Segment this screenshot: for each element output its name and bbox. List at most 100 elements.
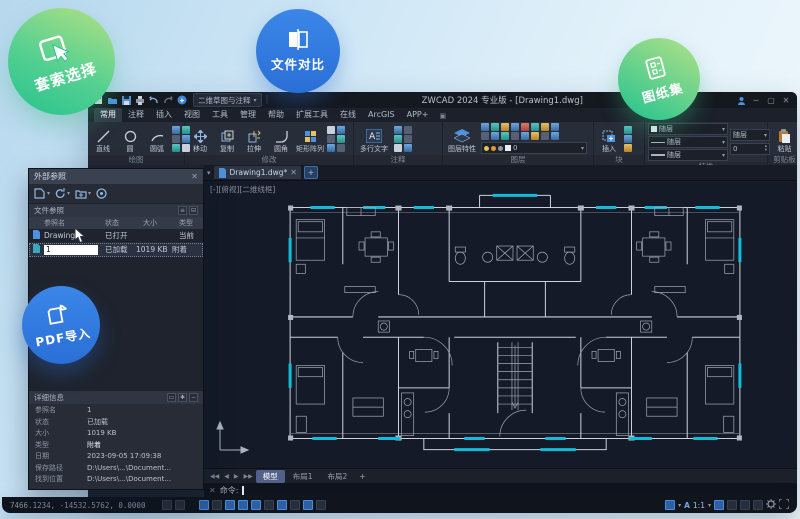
copy-button[interactable]: 复制 bbox=[215, 124, 239, 154]
annotation-visibility-icon[interactable] bbox=[714, 500, 724, 510]
circle-button[interactable]: 圆 bbox=[118, 124, 142, 154]
otrack-toggle[interactable] bbox=[264, 500, 275, 510]
tool-icon[interactable] bbox=[481, 123, 489, 131]
fillet-button[interactable]: 圆角 bbox=[269, 124, 293, 154]
spinner-arrows[interactable]: ▴ ▾ bbox=[765, 144, 767, 153]
ortho-toggle[interactable] bbox=[225, 500, 236, 510]
tool-icon[interactable] bbox=[172, 134, 180, 143]
mtext-button[interactable]: A 多行文字 bbox=[357, 124, 391, 154]
tool-icon[interactable] bbox=[551, 132, 559, 140]
ribbon-display-toggle-icon[interactable]: ▣ bbox=[434, 110, 451, 122]
stretch-button[interactable]: 拉伸 bbox=[242, 124, 266, 154]
tool-icon[interactable] bbox=[541, 123, 549, 131]
insert-block-button[interactable]: 插入 bbox=[597, 124, 621, 154]
user-account-icon[interactable] bbox=[734, 94, 748, 106]
group-label-block[interactable]: 块 bbox=[594, 155, 644, 165]
viewport-controls[interactable]: [-][俯视][二维线框] bbox=[210, 184, 275, 195]
table-row[interactable]: 1 已加载 1019 KB 附着 bbox=[29, 243, 203, 257]
paste-button[interactable]: 粘贴 bbox=[773, 124, 797, 154]
xref-palette-header[interactable]: 外部参照 ✕ bbox=[29, 169, 203, 184]
table-row[interactable]: Drawing1 已打开 当前 bbox=[29, 229, 203, 243]
tool-icon[interactable] bbox=[541, 132, 549, 140]
workspace-switch-icon[interactable] bbox=[740, 500, 750, 510]
dyn-ucs-toggle[interactable] bbox=[277, 500, 288, 510]
lasso-select-badge[interactable]: 套索选择 bbox=[8, 8, 115, 115]
dimension-icon[interactable] bbox=[394, 125, 402, 134]
group-label-layers[interactable]: 图层 bbox=[443, 155, 593, 165]
plot-icon[interactable] bbox=[134, 95, 146, 106]
tab-view[interactable]: 视图 bbox=[178, 108, 206, 122]
table-icon[interactable] bbox=[394, 143, 402, 152]
annotation-icon[interactable]: A bbox=[684, 501, 690, 510]
annotation-scale[interactable]: 1:1 bbox=[693, 501, 705, 510]
tab-arcgis[interactable]: ArcGIS bbox=[362, 108, 401, 122]
transparency-spinner[interactable]: 0 ▴ ▾ bbox=[730, 143, 770, 155]
attach-dwg-button[interactable]: ▾ bbox=[34, 188, 50, 199]
help-button[interactable] bbox=[96, 188, 107, 199]
next-layout-icon[interactable]: ▶ bbox=[232, 473, 241, 480]
tool-icon[interactable] bbox=[511, 123, 519, 131]
tab-insert[interactable]: 插入 bbox=[150, 108, 178, 122]
redo-icon[interactable] bbox=[162, 95, 174, 106]
polar-toggle[interactable] bbox=[238, 500, 249, 510]
tool-icon[interactable] bbox=[521, 132, 529, 140]
chevron-down-icon[interactable]: ▾ bbox=[678, 502, 681, 509]
tab-app-plus[interactable]: APP+ bbox=[401, 108, 435, 122]
line-button[interactable]: 直线 bbox=[91, 124, 115, 154]
tab-help[interactable]: 帮助 bbox=[262, 108, 290, 122]
tool-icon[interactable] bbox=[327, 143, 335, 152]
last-layout-icon[interactable]: ▶▶ bbox=[241, 473, 254, 480]
cloud-sync-icon[interactable] bbox=[176, 95, 188, 106]
group-label-modify[interactable]: 修改 bbox=[185, 155, 353, 165]
tool-icon[interactable] bbox=[624, 125, 632, 134]
group-label-annotate[interactable]: 注释 bbox=[354, 155, 442, 165]
workspace-selector[interactable]: 二维草图与注释 ▾ bbox=[193, 93, 262, 107]
tool-icon[interactable] bbox=[491, 123, 499, 131]
file-tab-menu-icon[interactable]: ▾ bbox=[207, 169, 211, 177]
paper-space-icon[interactable] bbox=[175, 500, 186, 510]
model-toggle-icon[interactable] bbox=[665, 500, 676, 510]
tool-icon[interactable] bbox=[337, 125, 345, 134]
tool-icon[interactable] bbox=[404, 125, 412, 134]
color-dropdown[interactable]: 随层 ▾ bbox=[648, 123, 728, 135]
layout-tab-layout2[interactable]: 布局2 bbox=[321, 470, 355, 483]
tab-home[interactable]: 常用 bbox=[94, 108, 122, 122]
prev-layout-icon[interactable]: ◀ bbox=[222, 473, 231, 480]
tool-icon[interactable] bbox=[531, 132, 539, 140]
tool-icon[interactable] bbox=[404, 134, 412, 143]
first-layout-icon[interactable]: ◀◀ bbox=[208, 473, 221, 480]
tool-icon[interactable] bbox=[172, 143, 180, 152]
erase-icon[interactable] bbox=[327, 125, 335, 134]
save-path-icon[interactable]: ▭ bbox=[167, 392, 176, 402]
tool-icon[interactable] bbox=[501, 123, 509, 131]
col-type[interactable]: 类型 bbox=[179, 218, 203, 228]
pdf-import-badge[interactable]: PDF导入 bbox=[22, 286, 100, 364]
fullscreen-icon[interactable] bbox=[778, 498, 790, 511]
sheet-set-badge[interactable]: 图纸集 bbox=[618, 38, 700, 120]
refresh-button[interactable]: ▾ bbox=[55, 188, 70, 199]
tool-icon[interactable] bbox=[337, 134, 345, 143]
drawing-canvas[interactable]: [-][俯视][二维线框] bbox=[204, 181, 797, 468]
settings-gear-icon[interactable] bbox=[766, 499, 776, 511]
file-compare-badge[interactable]: 文件对比 bbox=[256, 9, 340, 93]
layer-properties-button[interactable]: 图层特性 bbox=[446, 124, 478, 154]
save-icon[interactable] bbox=[120, 95, 132, 106]
layout-tab-model[interactable]: 模型 bbox=[255, 469, 285, 483]
tool-icon[interactable] bbox=[531, 123, 539, 131]
close-palette-icon[interactable]: ✕ bbox=[191, 172, 198, 181]
list-view-icon[interactable]: ≡ bbox=[178, 206, 187, 215]
tab-annotate[interactable]: 注释 bbox=[122, 108, 150, 122]
layout-tab-layout1[interactable]: 布局1 bbox=[286, 470, 320, 483]
close-tab-icon[interactable]: ✕ bbox=[290, 168, 297, 177]
tool-icon[interactable] bbox=[404, 143, 412, 152]
file-tab-drawing1[interactable]: Drawing1.dwg* ✕ bbox=[213, 166, 301, 179]
detail-settings-icon[interactable]: ✱ bbox=[178, 392, 187, 402]
plotstyle-dropdown[interactable]: 随层 ▾ bbox=[730, 129, 770, 141]
snap-toggle[interactable] bbox=[212, 500, 223, 510]
group-label-clipboard[interactable]: 剪贴板 bbox=[768, 155, 797, 165]
close-command-icon[interactable]: ✕ bbox=[209, 486, 216, 495]
tool-icon[interactable] bbox=[624, 143, 632, 152]
isolate-objects-icon[interactable] bbox=[753, 500, 763, 510]
new-drawing-tab-button[interactable]: + bbox=[303, 166, 318, 179]
tree-view-icon[interactable]: ⊟ bbox=[189, 206, 198, 215]
